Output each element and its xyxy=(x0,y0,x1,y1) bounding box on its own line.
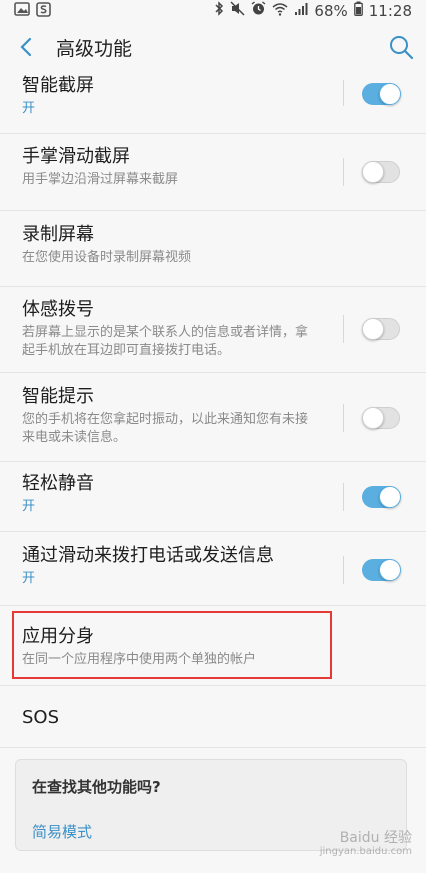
divider xyxy=(343,404,344,432)
setting-title: 体感拨号 xyxy=(22,299,94,320)
divider xyxy=(343,80,344,106)
mute-icon xyxy=(230,0,245,22)
back-arrow-icon xyxy=(20,37,32,57)
easy-mute-toggle[interactable] xyxy=(362,486,401,508)
settings-list: 智能截屏 开 手掌滑动截屏 用手掌边沿滑过屏幕来截屏 录制屏幕 在您使用设备时录… xyxy=(0,72,426,748)
battery-percent: 68% xyxy=(314,2,348,20)
smart-capture-toggle[interactable] xyxy=(362,83,401,105)
clock: 11:28 xyxy=(368,2,412,20)
toggle-knob xyxy=(362,407,384,429)
setting-screen-recorder[interactable]: 录制屏幕 在您使用设备时录制屏幕视频 xyxy=(0,211,426,287)
setting-title: 智能提示 xyxy=(22,386,94,407)
status-right: 68% 11:28 xyxy=(214,0,412,22)
setting-smart-alert[interactable]: 智能提示 您的手机将在您拿起时振动，以此来通知您有未接来电或未读信息。 xyxy=(0,373,426,462)
toggle-knob xyxy=(362,318,384,340)
setting-dual-messenger[interactable]: 应用分身 在同一个应用程序中使用两个单独的帐户 xyxy=(0,606,426,686)
setting-title: 轻松静音 xyxy=(22,473,94,494)
setting-palm-swipe-capture[interactable]: 手掌滑动截屏 用手掌边沿滑过屏幕来截屏 xyxy=(0,134,426,211)
setting-title: 手掌滑动截屏 xyxy=(22,146,130,167)
card-title: 在查找其他功能吗? xyxy=(32,778,161,796)
setting-title: 智能截屏 xyxy=(22,75,94,96)
watermark: Baidu 经验 jingyan.baidu.com xyxy=(320,831,412,859)
divider xyxy=(343,483,344,511)
wifi-icon xyxy=(272,0,288,22)
setting-subtitle: 用手掌边沿滑过屏幕来截屏 xyxy=(22,172,179,187)
setting-subtitle: 您的手机将在您拿起时振动，以此来通知您有未接来电或未读信息。 xyxy=(22,412,309,445)
setting-subtitle: 开 xyxy=(22,571,36,586)
status-left xyxy=(14,1,51,21)
watermark-url: jingyan.baidu.com xyxy=(319,846,412,857)
smart-alert-toggle[interactable] xyxy=(362,407,400,429)
toggle-knob xyxy=(362,161,384,183)
toggle-knob xyxy=(379,486,401,508)
divider xyxy=(343,556,344,584)
status-bar: 68% 11:28 xyxy=(0,0,426,22)
battery-icon xyxy=(353,0,363,22)
divider xyxy=(343,158,344,186)
divider xyxy=(343,315,344,343)
setting-title: 通过滑动来拨打电话或发送信息 xyxy=(22,545,274,566)
setting-title: SOS xyxy=(22,707,60,728)
back-button[interactable] xyxy=(2,22,50,72)
setting-direct-call[interactable]: 体感拨号 若屏幕上显示的是某个联系人的信息或者详情，拿起手机放在耳边即可直接拨打… xyxy=(0,287,426,373)
search-icon xyxy=(390,36,414,60)
s-note-icon xyxy=(36,1,51,21)
gallery-icon xyxy=(14,2,30,20)
setting-subtitle: 开 xyxy=(22,499,36,514)
direct-call-toggle[interactable] xyxy=(362,318,400,340)
setting-subtitle: 在同一个应用程序中使用两个单独的帐户 xyxy=(22,652,257,667)
setting-subtitle: 开 xyxy=(22,101,36,116)
toggle-knob xyxy=(379,83,401,105)
page-title: 高级功能 xyxy=(56,37,133,60)
search-button[interactable] xyxy=(388,34,414,60)
alarm-icon xyxy=(251,0,266,22)
setting-smart-capture[interactable]: 智能截屏 开 xyxy=(0,72,426,134)
bluetooth-icon xyxy=(214,0,224,22)
signal-icon xyxy=(294,0,308,22)
setting-sos[interactable]: SOS xyxy=(0,686,426,748)
toggle-knob xyxy=(379,559,401,581)
setting-title: 应用分身 xyxy=(22,626,94,647)
setting-subtitle: 若屏幕上显示的是某个联系人的信息或者详情，拿起手机放在耳边即可直接拨打电话。 xyxy=(22,325,309,358)
app-header: 高级功能 xyxy=(0,22,426,72)
setting-swipe-to-call[interactable]: 通过滑动来拨打电话或发送信息 开 xyxy=(0,532,426,606)
watermark-logo: Baidu 经验 xyxy=(339,830,412,846)
setting-easy-mute[interactable]: 轻松静音 开 xyxy=(0,462,426,532)
palm-swipe-toggle[interactable] xyxy=(362,161,400,183)
setting-title: 录制屏幕 xyxy=(22,224,94,245)
setting-subtitle: 在您使用设备时录制屏幕视频 xyxy=(22,250,192,265)
swipe-to-call-toggle[interactable] xyxy=(362,559,401,581)
